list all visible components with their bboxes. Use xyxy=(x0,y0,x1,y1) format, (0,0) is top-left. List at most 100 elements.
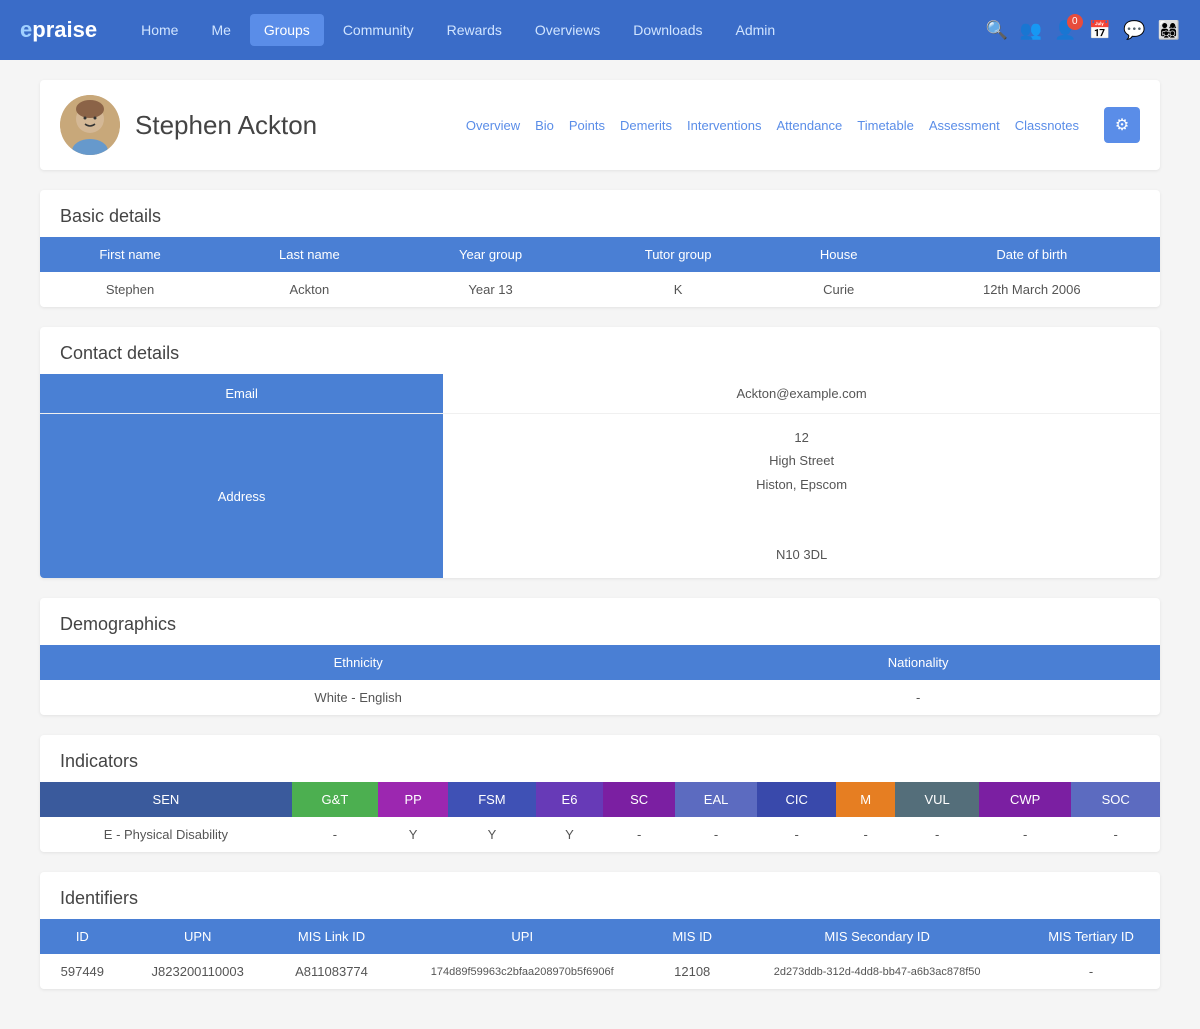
navbar: epraise Home Me Groups Community Rewards… xyxy=(0,0,1200,60)
profile-icon[interactable]: 👤 0 xyxy=(1054,20,1076,41)
tab-assessment[interactable]: Assessment xyxy=(929,114,1000,137)
cell-m: - xyxy=(836,817,895,852)
address-line-2: High Street xyxy=(769,453,834,468)
contact-details-section: Contact details Email Ackton@example.com… xyxy=(40,327,1160,578)
nav-downloads[interactable]: Downloads xyxy=(619,14,716,46)
cell-house: Curie xyxy=(774,272,904,307)
contact-details-title: Contact details xyxy=(40,327,1160,374)
basic-details-table: First name Last name Year group Tutor gr… xyxy=(40,237,1160,307)
brand-e: e xyxy=(20,17,32,42)
tab-classnotes[interactable]: Classnotes xyxy=(1015,114,1079,137)
col-upn: UPN xyxy=(125,919,271,954)
cell-gt: - xyxy=(292,817,378,852)
cell-fsm: Y xyxy=(448,817,535,852)
table-row: 597449 J823200110003 A811083774 174d89f5… xyxy=(40,954,1160,989)
basic-details-title: Basic details xyxy=(40,190,1160,237)
calendar-icon[interactable]: 📅 xyxy=(1089,20,1111,41)
cell-soc: - xyxy=(1071,817,1160,852)
col-sc: SC xyxy=(603,782,674,817)
cell-mis-link-id: A811083774 xyxy=(271,954,393,989)
col-cic: CIC xyxy=(757,782,836,817)
cell-year-group: Year 13 xyxy=(399,272,583,307)
col-dob: Date of birth xyxy=(904,237,1160,272)
cell-e6: Y xyxy=(536,817,604,852)
tab-attendance[interactable]: Attendance xyxy=(776,114,842,137)
notification-badge: 0 xyxy=(1067,14,1083,30)
nav-groups[interactable]: Groups xyxy=(250,14,324,46)
cell-mis-tertiary-id: - xyxy=(1022,954,1160,989)
col-mis-id: MIS ID xyxy=(652,919,732,954)
indicators-section: Indicators SEN G&T PP FSM E6 SC EAL CIC … xyxy=(40,735,1160,852)
cell-tutor-group: K xyxy=(582,272,773,307)
cell-pp: Y xyxy=(378,817,448,852)
nav-rewards[interactable]: Rewards xyxy=(433,14,516,46)
col-ethnicity: Ethnicity xyxy=(40,645,676,680)
col-nationality: Nationality xyxy=(676,645,1160,680)
cell-ethnicity: White - English xyxy=(40,680,676,715)
tab-demerits[interactable]: Demerits xyxy=(620,114,672,137)
brand-praise: praise xyxy=(32,17,97,42)
identifiers-table: ID UPN MIS Link ID UPI MIS ID MIS Second… xyxy=(40,919,1160,989)
table-row: E - Physical Disability - Y Y Y - - - - … xyxy=(40,817,1160,852)
cell-sc: - xyxy=(603,817,674,852)
col-mis-secondary-id: MIS Secondary ID xyxy=(732,919,1022,954)
col-mis-tertiary-id: MIS Tertiary ID xyxy=(1022,919,1160,954)
col-gt: G&T xyxy=(292,782,378,817)
group-icon[interactable]: 👨‍👩‍👧‍👦 xyxy=(1158,20,1180,41)
avatar-image xyxy=(60,95,120,155)
address-line-3: Histon, Epscom xyxy=(756,477,847,492)
demographics-title: Demographics xyxy=(40,598,1160,645)
identifiers-title: Identifiers xyxy=(40,872,1160,919)
email-label: Email xyxy=(40,374,443,414)
col-fsm: FSM xyxy=(448,782,535,817)
main-content: Stephen Ackton Overview Bio Points Demer… xyxy=(20,60,1180,1029)
col-tutor-group: Tutor group xyxy=(582,237,773,272)
search-icon[interactable]: 🔍 xyxy=(985,20,1007,41)
email-value: Ackton@example.com xyxy=(443,374,1160,414)
chat-icon[interactable]: 💬 xyxy=(1123,20,1145,41)
profile-header: Stephen Ackton Overview Bio Points Demer… xyxy=(40,80,1160,170)
col-eal: EAL xyxy=(675,782,758,817)
address-postcode: N10 3DL xyxy=(776,547,827,562)
profile-tabs: Overview Bio Points Demerits Interventio… xyxy=(466,107,1140,143)
col-last-name: Last name xyxy=(220,237,399,272)
navbar-icons: 🔍 👥 👤 0 📅 💬 👨‍👩‍👧‍👦 xyxy=(985,20,1180,41)
nav-overviews[interactable]: Overviews xyxy=(521,14,614,46)
tab-bio[interactable]: Bio xyxy=(535,114,554,137)
avatar xyxy=(60,95,120,155)
col-e6: E6 xyxy=(536,782,604,817)
cell-nationality: - xyxy=(676,680,1160,715)
col-vul: VUL xyxy=(895,782,979,817)
tab-overview[interactable]: Overview xyxy=(466,114,520,137)
profile-settings-button[interactable]: ⚙ xyxy=(1104,107,1140,143)
col-mis-link-id: MIS Link ID xyxy=(271,919,393,954)
indicators-table: SEN G&T PP FSM E6 SC EAL CIC M VUL CWP S… xyxy=(40,782,1160,852)
cell-vul: - xyxy=(895,817,979,852)
users-icon[interactable]: 👥 xyxy=(1020,20,1042,41)
nav-admin[interactable]: Admin xyxy=(721,14,789,46)
profile-name: Stephen Ackton xyxy=(135,110,317,141)
table-row: Stephen Ackton Year 13 K Curie 12th Marc… xyxy=(40,272,1160,307)
contact-details-table: Email Ackton@example.com Address 12 High… xyxy=(40,374,1160,578)
tab-interventions[interactable]: Interventions xyxy=(687,114,761,137)
address-line-1: 12 xyxy=(794,430,808,445)
cell-upi: 174d89f59963c2bfaa208970b5f6906f xyxy=(392,954,652,989)
col-year-group: Year group xyxy=(399,237,583,272)
nav-me[interactable]: Me xyxy=(197,14,244,46)
contact-address-row: Address 12 High Street Histon, Epscom N1… xyxy=(40,414,1160,579)
cell-cwp: - xyxy=(979,817,1071,852)
tab-points[interactable]: Points xyxy=(569,114,605,137)
cell-dob: 12th March 2006 xyxy=(904,272,1160,307)
col-upi: UPI xyxy=(392,919,652,954)
address-value: 12 High Street Histon, Epscom N10 3DL xyxy=(443,414,1160,579)
tab-timetable[interactable]: Timetable xyxy=(857,114,914,137)
col-pp: PP xyxy=(378,782,448,817)
col-cwp: CWP xyxy=(979,782,1071,817)
basic-details-section: Basic details First name Last name Year … xyxy=(40,190,1160,307)
nav-community[interactable]: Community xyxy=(329,14,428,46)
col-m: M xyxy=(836,782,895,817)
nav-home[interactable]: Home xyxy=(127,14,192,46)
demographics-table: Ethnicity Nationality White - English - xyxy=(40,645,1160,715)
cell-cic: - xyxy=(757,817,836,852)
cell-first-name: Stephen xyxy=(40,272,220,307)
